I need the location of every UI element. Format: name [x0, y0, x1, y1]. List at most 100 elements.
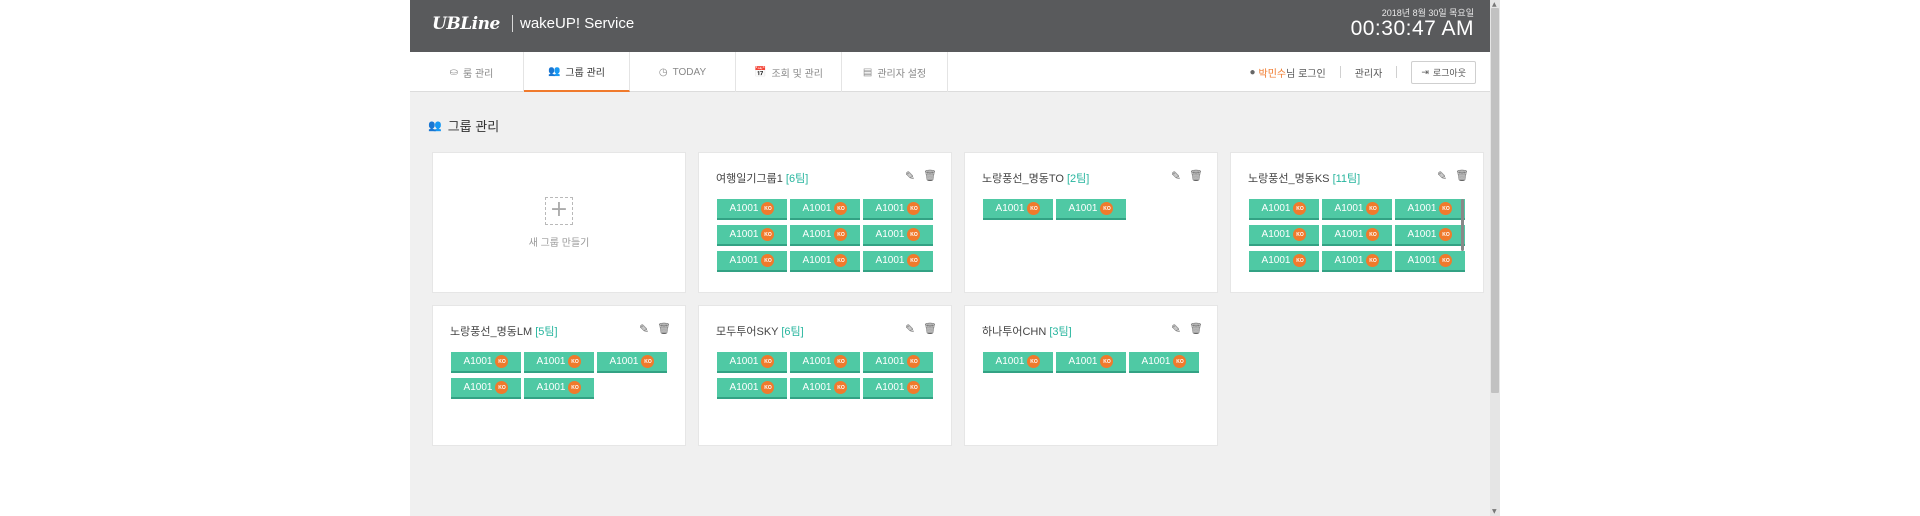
room-chip[interactable]: A1001 KO: [1249, 199, 1319, 220]
service-title: wakeUP! Service: [520, 15, 635, 32]
room-chip[interactable]: A1001 KO: [717, 225, 787, 246]
room-chip-list: A1001 KO A1001 KO A1001 KO A1001 KO A1001 KO A1001…: [1249, 199, 1471, 272]
room-chip[interactable]: A1001 KO: [790, 199, 860, 220]
tab-today[interactable]: ◷ TODAY: [630, 52, 736, 92]
edit-icon[interactable]: ✎: [639, 322, 649, 336]
tab-label: 룸 관리: [463, 68, 494, 80]
trash-icon[interactable]: 🗑: [923, 169, 937, 182]
language-badge: KO: [761, 202, 775, 215]
edit-icon[interactable]: ✎: [1437, 169, 1447, 183]
language-badge: KO: [761, 228, 775, 241]
trash-icon[interactable]: 🗑: [1189, 322, 1203, 335]
room-chip[interactable]: A1001 KO: [1249, 225, 1319, 246]
room-chip[interactable]: A1001 KO: [983, 352, 1053, 373]
language-badge: KO: [834, 381, 848, 394]
room-chip[interactable]: A1001 KO: [597, 352, 667, 373]
room-chip[interactable]: A1001 KO: [1056, 352, 1126, 373]
top-header: UBLine wakeUP! Service 2018년 8월 30일 목요일 …: [410, 0, 1500, 52]
scrollbar-thumb[interactable]: [1491, 8, 1499, 393]
page-title: 👥 그룹 관리: [428, 116, 499, 135]
group-title: 노랑풍선_명동KS [11팀]: [1248, 170, 1360, 186]
room-chip[interactable]: A1001 KO: [1395, 199, 1465, 220]
room-chip[interactable]: A1001 KO: [1056, 199, 1126, 220]
room-number: A1001: [802, 229, 832, 240]
room-number: A1001: [463, 382, 493, 393]
room-chip[interactable]: A1001 KO: [1322, 199, 1392, 220]
room-chip[interactable]: A1001 KO: [1322, 225, 1392, 246]
room-chip[interactable]: A1001 KO: [790, 378, 860, 399]
scroll-down-icon[interactable]: ▼: [1492, 508, 1497, 515]
room-chip[interactable]: A1001 KO: [790, 251, 860, 272]
plus-icon: +: [545, 196, 573, 225]
group-card: 노랑풍선_명동TO [2팀] ✎ 🗑 A1001 KO A1001 KO: [964, 152, 1218, 293]
scroll-up-icon[interactable]: ▲: [1492, 1, 1497, 8]
bed-icon: ⛀: [449, 66, 458, 78]
room-number: A1001: [463, 356, 493, 367]
language-badge: KO: [1100, 355, 1114, 368]
room-chip[interactable]: A1001 KO: [790, 225, 860, 246]
tab-group-management[interactable]: 👥 그룹 관리: [524, 52, 630, 92]
logo-divider: [512, 15, 513, 32]
room-chip[interactable]: A1001 KO: [1129, 352, 1199, 373]
group-card: 노랑풍선_명동KS [11팀] ✎ 🗑 A1001 KO A1001 KO A1001 KO A1…: [1230, 152, 1484, 293]
users-icon: 👥: [547, 65, 561, 77]
tab-search-manage[interactable]: 📅 조회 및 관리: [736, 52, 842, 92]
card-scrollbar[interactable]: [1461, 199, 1464, 251]
room-chip[interactable]: A1001 KO: [863, 378, 933, 399]
room-number: A1001: [536, 356, 566, 367]
room-chip[interactable]: A1001 KO: [1322, 251, 1392, 272]
new-group-card[interactable]: + 새 그룹 만들기: [432, 152, 686, 293]
language-badge: KO: [1439, 202, 1453, 215]
edit-icon[interactable]: ✎: [1171, 322, 1181, 336]
room-chip[interactable]: A1001 KO: [1395, 251, 1465, 272]
room-chip[interactable]: A1001 KO: [1249, 251, 1319, 272]
edit-icon[interactable]: ✎: [905, 322, 915, 336]
room-number: A1001: [536, 382, 566, 393]
trash-icon[interactable]: 🗑: [657, 322, 671, 335]
user-area: ● 박민수 님 로그인 관리자 ⇥ 로그아웃: [1249, 52, 1476, 92]
tab-admin-settings[interactable]: ▤ 관리자 설정: [842, 52, 948, 92]
page-scrollbar[interactable]: ▲ ▼: [1490, 0, 1500, 516]
room-chip[interactable]: A1001 KO: [863, 199, 933, 220]
room-chip[interactable]: A1001 KO: [863, 251, 933, 272]
team-count: [6팀]: [785, 173, 809, 185]
language-badge: KO: [1366, 228, 1380, 241]
language-badge: KO: [568, 355, 582, 368]
room-chip[interactable]: A1001 KO: [717, 251, 787, 272]
window-icon: ▤: [862, 66, 873, 78]
tab-room-management[interactable]: ⛀ 룸 관리: [420, 52, 524, 92]
new-group-label: 새 그룹 만들기: [528, 237, 590, 249]
room-number: A1001: [729, 255, 759, 266]
room-chip[interactable]: A1001 KO: [524, 378, 594, 399]
room-chip[interactable]: A1001 KO: [790, 352, 860, 373]
language-badge: KO: [1027, 202, 1041, 215]
room-chip[interactable]: A1001 KO: [717, 352, 787, 373]
room-chip[interactable]: A1001 KO: [1395, 225, 1465, 246]
room-chip[interactable]: A1001 KO: [717, 199, 787, 220]
language-badge: KO: [761, 355, 775, 368]
language-badge: KO: [1100, 202, 1114, 215]
room-chip[interactable]: A1001 KO: [717, 378, 787, 399]
room-number: A1001: [875, 382, 905, 393]
trash-icon[interactable]: 🗑: [1455, 169, 1469, 182]
user-icon: ●: [1249, 66, 1256, 78]
room-chip[interactable]: A1001 KO: [983, 199, 1053, 220]
room-chip[interactable]: A1001 KO: [863, 352, 933, 373]
language-badge: KO: [1027, 355, 1041, 368]
edit-icon[interactable]: ✎: [1171, 169, 1181, 183]
team-count: [2팀]: [1066, 173, 1090, 185]
logout-button[interactable]: ⇥ 로그아웃: [1411, 60, 1476, 84]
room-chip[interactable]: A1001 KO: [863, 225, 933, 246]
room-chip[interactable]: A1001 KO: [524, 352, 594, 373]
user-name: 박민수: [1258, 68, 1287, 80]
language-badge: KO: [1366, 202, 1380, 215]
room-chip[interactable]: A1001 KO: [451, 378, 521, 399]
language-badge: KO: [1293, 228, 1307, 241]
room-chip[interactable]: A1001 KO: [451, 352, 521, 373]
edit-icon[interactable]: ✎: [905, 169, 915, 183]
trash-icon[interactable]: 🗑: [1189, 169, 1203, 182]
room-number: A1001: [1334, 203, 1364, 214]
login-suffix: 님 로그인: [1286, 68, 1326, 80]
trash-icon[interactable]: 🗑: [923, 322, 937, 335]
admin-link[interactable]: 관리자: [1355, 65, 1383, 80]
